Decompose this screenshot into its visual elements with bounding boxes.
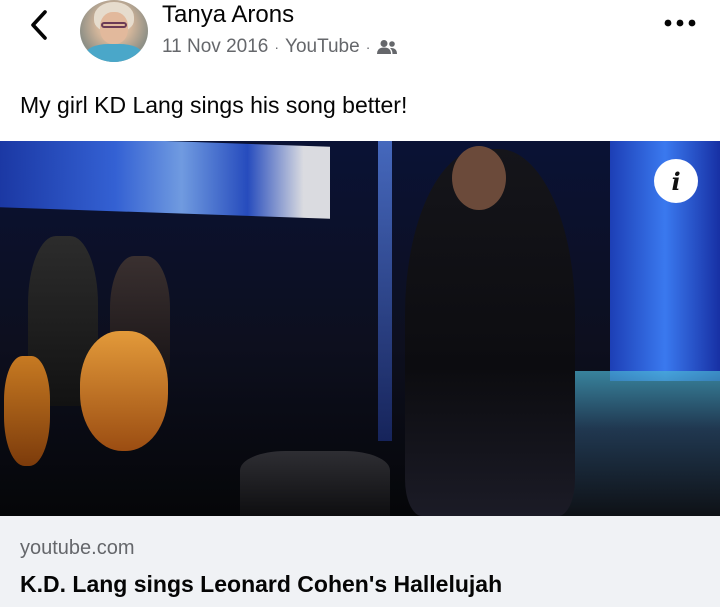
link-domain: youtube.com: [20, 537, 135, 559]
back-button[interactable]: [24, 8, 54, 42]
stage-equipment: [240, 451, 390, 516]
info-icon: i: [671, 166, 681, 196]
stage-light: [378, 141, 392, 441]
meta-separator: ·: [274, 39, 280, 55]
stage-screen: [0, 141, 330, 219]
info-button[interactable]: i: [654, 159, 698, 203]
more-options-button[interactable]: [660, 8, 700, 38]
post-meta: 11 Nov 2016 · YouTube ·: [162, 36, 398, 58]
post-text: My girl KD Lang sings his song better!: [20, 92, 408, 118]
cello: [4, 356, 50, 466]
link-preview-card[interactable]: youtube.com K.D. Lang sings Leonard Cohe…: [0, 516, 720, 607]
more-dots-icon: [664, 19, 696, 27]
chevron-left-icon: [31, 10, 47, 40]
avatar[interactable]: [80, 0, 148, 62]
post-header: Tanya Arons 11 Nov 2016 · YouTube ·: [0, 0, 720, 80]
meta-separator: ·: [365, 39, 371, 55]
link-title[interactable]: K.D. Lang sings Leonard Cohen's Halleluj…: [20, 571, 502, 598]
video-thumbnail[interactable]: i: [0, 141, 720, 516]
cello: [80, 331, 168, 451]
post-source: YouTube: [285, 36, 360, 57]
post-date[interactable]: 11 Nov 2016: [162, 36, 268, 58]
author-name[interactable]: Tanya Arons: [162, 1, 294, 29]
friends-icon: [377, 40, 398, 54]
singer-head: [452, 146, 506, 210]
